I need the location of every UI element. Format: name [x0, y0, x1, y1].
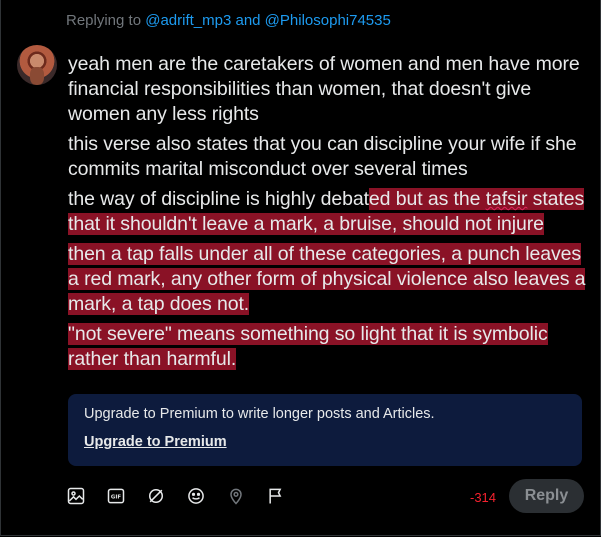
post-paragraph-4-text: then a tap falls under all of these cate… [68, 243, 586, 315]
compose-toolbar: GIF [66, 484, 306, 508]
post-paragraph-3-hl-1: ed but as the [368, 188, 486, 210]
premium-message: Upgrade to Premium to write longer posts… [84, 406, 435, 422]
post-paragraph-1: yeah men are the caretakers of women and… [68, 53, 580, 125]
post-paragraph-2: this verse also states that you can disc… [68, 133, 577, 180]
character-counter: -314 [470, 490, 497, 505]
post-paragraph-5-text: "not severe" means something so light th… [68, 323, 548, 370]
replying-handles-link[interactable]: @adrift_mp3 and @Philosophi74535 [145, 12, 391, 29]
reply-button[interactable]: Reply [509, 479, 584, 513]
emoji-icon[interactable] [186, 484, 226, 508]
flag-icon[interactable] [266, 484, 306, 508]
replying-prefix: Replying to [66, 12, 146, 29]
post-paragraph-3-plain: the way of discipline is highly debat [68, 188, 369, 210]
compose-text-area[interactable]: yeah men are the caretakers of women and… [68, 52, 588, 377]
post-paragraph-3: the way of discipline is highly debated … [68, 187, 588, 237]
replying-to-line: Replying to @adrift_mp3 and @Philosophi7… [66, 12, 391, 29]
svg-text:GIF: GIF [111, 495, 121, 501]
avatar[interactable] [17, 45, 57, 85]
upgrade-premium-link[interactable]: Upgrade to Premium [84, 434, 227, 450]
premium-upsell-banner: Upgrade to Premium to write longer posts… [68, 394, 582, 466]
image-icon[interactable] [66, 484, 106, 508]
post-paragraph-5: "not severe" means something so light th… [68, 322, 588, 372]
spellcheck-word: tafsir [485, 188, 528, 210]
location-icon[interactable] [226, 484, 266, 508]
post-paragraph-4: then a tap falls under all of these cate… [68, 242, 588, 317]
grok-icon[interactable] [146, 484, 186, 508]
gif-icon[interactable]: GIF [106, 484, 146, 508]
